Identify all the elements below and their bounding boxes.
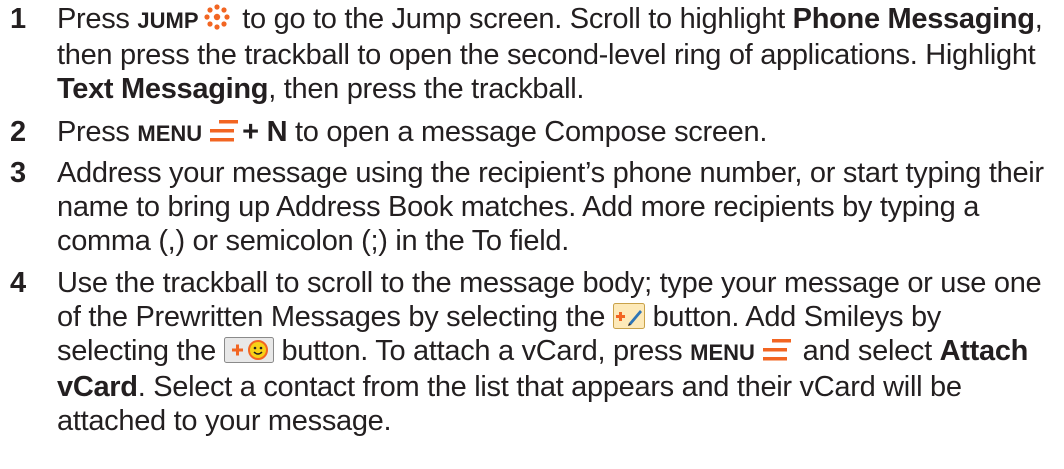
bold-term: + N xyxy=(242,116,288,148)
step-text: Address your message using the recipient… xyxy=(57,156,1058,258)
text-segment: , then press the trackball. xyxy=(268,73,585,105)
bold-term: Phone Messaging xyxy=(792,3,1035,35)
text-segment: Press xyxy=(57,3,138,35)
text-segment: Address your message using the recipient… xyxy=(57,157,1044,257)
text-segment: and select xyxy=(794,335,940,367)
menu-key-label: MENU xyxy=(137,121,203,146)
add-smiley-icon xyxy=(223,337,274,364)
prewritten-message-icon xyxy=(612,303,645,330)
text-segment: Press xyxy=(57,116,138,148)
bold-term: Text Messaging xyxy=(57,73,269,105)
jump-dots-icon xyxy=(203,4,230,30)
menu-icon xyxy=(210,120,239,142)
text-segment: . Select a contact from the list that ap… xyxy=(57,371,962,437)
text-segment: button. To attach a vCard, press xyxy=(273,335,691,367)
menu-icon xyxy=(762,339,791,361)
step-number: 2 xyxy=(10,116,27,148)
text-segment: to go to the Jump screen. Scroll to high… xyxy=(234,3,793,35)
step-number: 3 xyxy=(10,157,27,189)
step-text: Press JUMP to go to the Jump screen. Scr… xyxy=(57,2,1058,106)
text-segment: to open a message Compose screen. xyxy=(287,116,768,148)
step-number: 4 xyxy=(10,267,27,299)
instruction-steps: 1 Press JUMP to go to the Jump screen. S… xyxy=(0,0,1064,469)
jump-key-label: JUMP xyxy=(137,8,199,33)
menu-key-label: MENU xyxy=(690,340,755,365)
step-text: Press MENU + N to open a message Compose … xyxy=(57,115,1058,151)
step-number: 1 xyxy=(10,3,27,35)
step-text: Use the trackball to scroll to the messa… xyxy=(57,266,1058,438)
